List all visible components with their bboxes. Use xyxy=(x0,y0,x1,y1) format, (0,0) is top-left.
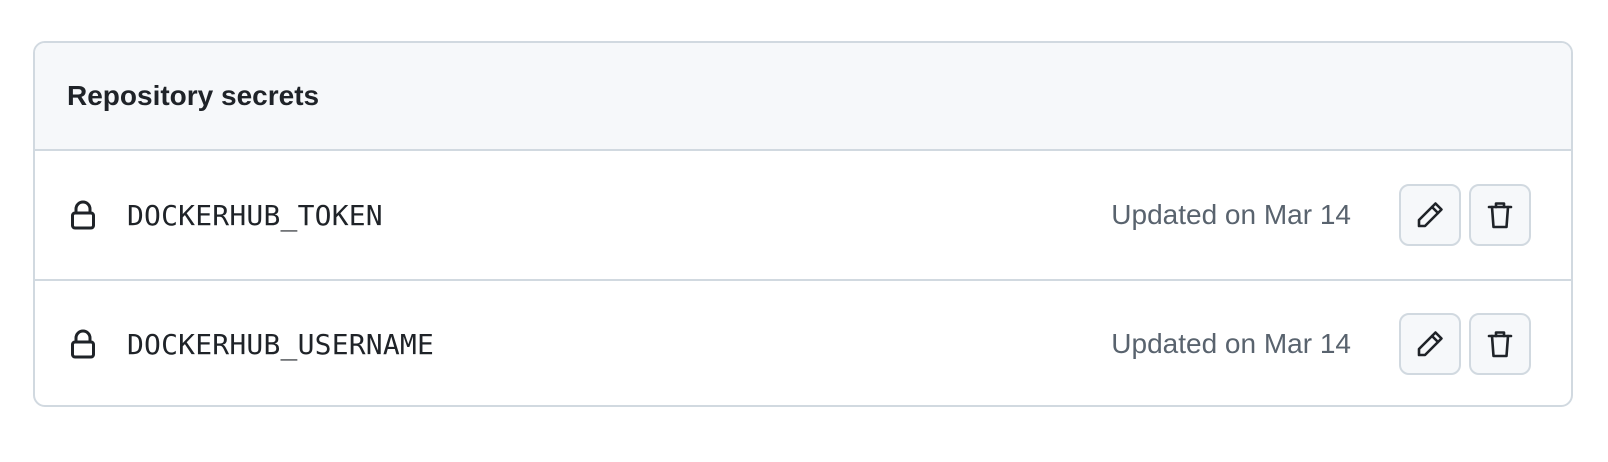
updated-timestamp: Updated on Mar 14 xyxy=(1111,199,1351,230)
updated-timestamp: Updated on Mar 14 xyxy=(1111,328,1351,359)
secret-row: DOCKERHUB_TOKEN Updated on Mar 14 xyxy=(35,151,1571,279)
lock-icon xyxy=(67,199,99,231)
panel-header: Repository secrets xyxy=(35,43,1571,151)
trash-icon xyxy=(1486,200,1514,230)
secret-name: DOCKERHUB_USERNAME xyxy=(127,327,435,361)
repository-secrets-panel: Repository secrets DOCKERHUB_TOKEN Updat… xyxy=(33,41,1573,407)
edit-secret-button[interactable] xyxy=(1399,184,1461,246)
trash-icon xyxy=(1486,329,1514,359)
secret-name: DOCKERHUB_TOKEN xyxy=(127,198,383,232)
lock-icon xyxy=(67,328,99,360)
pencil-icon xyxy=(1415,200,1445,230)
delete-secret-button[interactable] xyxy=(1469,313,1531,375)
pencil-icon xyxy=(1415,329,1445,359)
edit-secret-button[interactable] xyxy=(1399,313,1461,375)
secret-row: DOCKERHUB_USERNAME Updated on Mar 14 xyxy=(35,279,1571,405)
panel-title: Repository secrets xyxy=(67,80,320,111)
delete-secret-button[interactable] xyxy=(1469,184,1531,246)
